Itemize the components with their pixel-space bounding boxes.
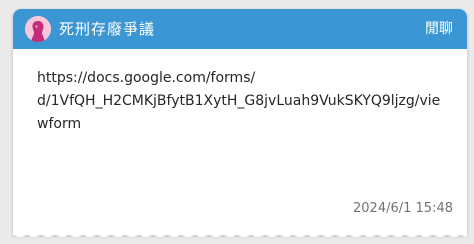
board-title[interactable]: 死刑存廢爭議 (59, 18, 155, 40)
board-category-label[interactable]: 閒聊 (425, 18, 453, 40)
post-timestamp: 2024/6/1 15:48 (353, 201, 453, 216)
board-header: 死刑存廢爭議 閒聊 (13, 9, 467, 49)
torn-edge-divider (13, 230, 467, 237)
post-body[interactable]: https://docs.google.com/forms/ d/1VfQH_H… (37, 67, 449, 136)
board-avatar-icon[interactable] (25, 16, 51, 42)
post-card[interactable]: 死刑存廢爭議 閒聊 https://docs.google.com/forms/… (13, 9, 467, 235)
